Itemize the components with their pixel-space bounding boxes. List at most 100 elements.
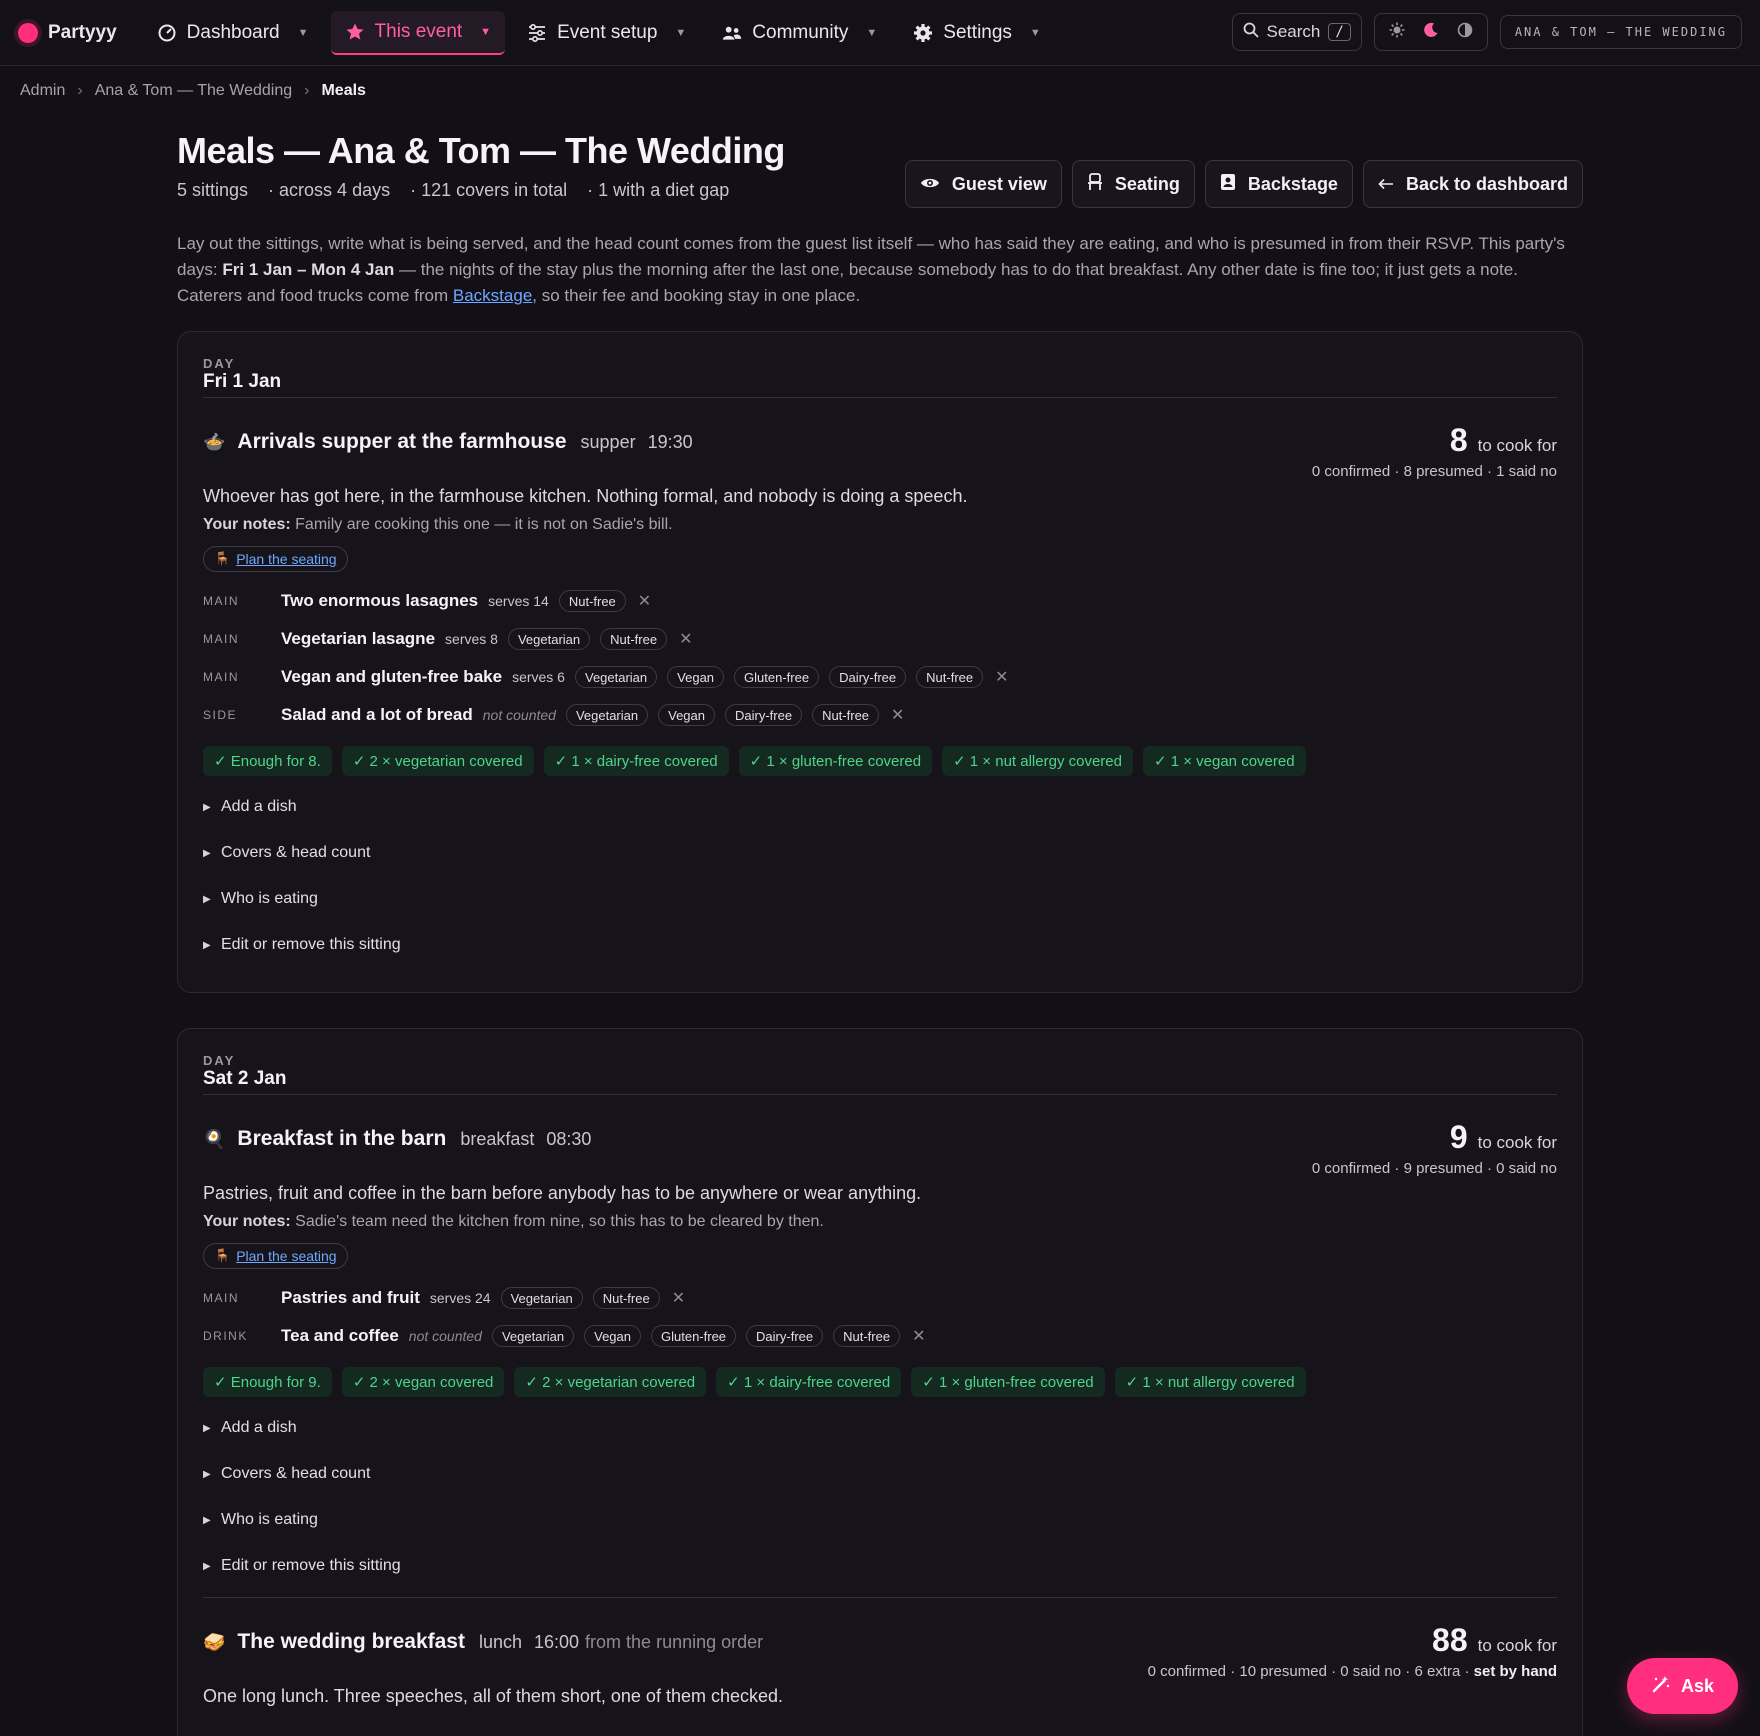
plan-seating-link[interactable]: 🪑 Plan the seating xyxy=(203,546,348,572)
meta-covers: · 121 covers in total xyxy=(410,180,568,200)
diet-tag: Vegetarian xyxy=(507,628,591,650)
breadcrumb-admin[interactable]: Admin xyxy=(20,82,65,100)
sitting: 🥪 The wedding breakfast lunch 16:00 from… xyxy=(203,1622,1557,1707)
coverage-badges: ✓ Enough for 9. ✓ 2 × vegan covered ✓ 2 … xyxy=(203,1367,1557,1397)
meta-sittings: 5 sittings xyxy=(177,180,249,200)
nav-event-setup[interactable]: Event setup ▼ xyxy=(513,11,700,55)
covers-toggle[interactable]: ▶ Covers & head count xyxy=(203,1451,1557,1497)
plan-seating-label: Plan the seating xyxy=(236,1248,337,1264)
guest-view-button[interactable]: Guest view xyxy=(904,160,1062,208)
people-icon xyxy=(722,23,742,43)
add-dish-toggle[interactable]: ▶ Add a dish xyxy=(203,1405,1557,1451)
head-count-set-by-hand: set by hand xyxy=(1473,1663,1557,1680)
event-switcher[interactable]: ANA & TOM — THE WEDDING xyxy=(1499,15,1742,49)
magic-wand-icon xyxy=(1651,1674,1671,1699)
remove-dish-icon[interactable]: ✕ xyxy=(891,705,904,725)
coverage-badge: ✓ 1 × vegan covered xyxy=(1142,746,1306,776)
remove-dish-icon[interactable]: ✕ xyxy=(679,629,692,649)
diet-tag: Nut-free xyxy=(592,1287,660,1309)
add-dish-toggle[interactable]: ▶ Add a dish xyxy=(203,784,1557,830)
back-to-dashboard-button[interactable]: Back to dashboard xyxy=(1362,160,1583,208)
star-icon xyxy=(345,22,365,42)
covers-toggle[interactable]: ▶ Covers & head count xyxy=(203,830,1557,876)
head-count-unit: to cook for xyxy=(1477,1133,1557,1152)
toggle-label: Add a dish xyxy=(221,798,297,815)
sitting-toggles: ▶ Add a dish ▶ Covers & head count ▶ Who is… xyxy=(203,784,1557,968)
sitting: 🍳 Breakfast in the barn breakfast 08:30 … xyxy=(203,1119,1557,1589)
diet-tag: Nut-free xyxy=(916,666,984,688)
page-header: Meals — Ana & Tom — The Wedding 5 sittin… xyxy=(177,130,1583,309)
search-button[interactable]: Search / xyxy=(1231,13,1362,51)
sitting-description: One long lunch. Three speeches, all of t… xyxy=(203,1686,784,1706)
edit-sitting-toggle[interactable]: ▶ Edit or remove this sitting xyxy=(203,922,1557,968)
dish-row: DRINK Tea and coffee not counted Vegetar… xyxy=(203,1317,1557,1355)
day-label: DAY xyxy=(203,1053,236,1068)
edit-sitting-toggle[interactable]: ▶ Edit or remove this sitting xyxy=(203,1543,1557,1589)
auto-theme-icon[interactable] xyxy=(1457,22,1473,43)
sliders-icon xyxy=(527,23,547,43)
nav-dashboard[interactable]: Dashboard ▼ xyxy=(143,11,323,55)
diet-tag: Dairy-free xyxy=(724,704,803,726)
dish-list: MAIN Pastries and fruit serves 24 Vegeta… xyxy=(203,1279,1557,1355)
remove-dish-icon[interactable]: ✕ xyxy=(995,667,1008,687)
caret-right-icon: ▶ xyxy=(203,1468,211,1480)
dish-name: Salad and a lot of bread xyxy=(281,705,473,724)
sitting-divider xyxy=(203,1597,1557,1598)
dark-theme-icon[interactable] xyxy=(1423,22,1439,43)
head-count-breakdown: 0 confirmed · 9 presumed · 0 said no xyxy=(1311,1160,1557,1177)
toggle-label: Covers & head count xyxy=(221,1465,371,1482)
backstage-button[interactable]: Backstage xyxy=(1204,160,1353,208)
dish-name: Vegan and gluten-free bake xyxy=(281,667,503,686)
sitting-description: Pastries, fruit and coffee in the barn b… xyxy=(203,1183,922,1203)
fried-egg-icon: 🍳 xyxy=(203,1128,226,1149)
theme-switcher xyxy=(1373,13,1488,51)
dish-serves: serves 6 xyxy=(512,669,565,685)
chevron-down-icon: ▼ xyxy=(1029,26,1041,39)
ask-button[interactable]: Ask xyxy=(1626,1658,1738,1714)
diet-tag: Vegan xyxy=(658,704,715,726)
eye-icon xyxy=(920,174,940,195)
nav-community[interactable]: Community ▼ xyxy=(708,11,891,55)
coverage-badge: ✓ 1 × nut allergy covered xyxy=(942,746,1133,776)
sitting-kind: supper xyxy=(580,431,636,452)
diet-tag: Nut-free xyxy=(833,1325,901,1347)
head-count-number: 88 xyxy=(1432,1622,1468,1658)
chevron-right-icon: › xyxy=(304,82,310,99)
chevron-down-icon: ▼ xyxy=(480,25,492,38)
gear-icon xyxy=(913,23,933,43)
head-count: 88 to cook for 0 confirmed · 10 presumed… xyxy=(1148,1622,1557,1680)
nav-this-event[interactable]: This event ▼ xyxy=(330,10,506,55)
remove-dish-icon[interactable]: ✕ xyxy=(912,1326,925,1346)
caret-right-icon: ▶ xyxy=(203,1422,211,1434)
chair-icon: 🪑 xyxy=(214,1248,231,1263)
caret-right-icon: ▶ xyxy=(203,801,211,813)
coverage-badge: ✓ 2 × vegan covered xyxy=(341,1367,505,1397)
toggle-label: Add a dish xyxy=(221,1419,297,1436)
brand[interactable]: Partyyy xyxy=(18,22,117,44)
coverage-badge: ✓ 1 × dairy-free covered xyxy=(543,746,729,776)
diet-tag: Vegan xyxy=(667,666,725,688)
breadcrumb-event[interactable]: Ana & Tom — The Wedding xyxy=(95,82,292,100)
dish-name: Tea and coffee xyxy=(281,1326,399,1345)
dish-serves: not counted xyxy=(408,1328,482,1344)
light-theme-icon[interactable] xyxy=(1389,22,1405,43)
seating-button[interactable]: Seating xyxy=(1071,160,1195,208)
header-actions: Guest view Seating Backstage Back to das… xyxy=(904,160,1583,208)
who-is-eating-toggle[interactable]: ▶ Who is eating xyxy=(203,1497,1557,1543)
day-name: Fri 1 Jan xyxy=(203,371,1557,398)
plan-seating-link[interactable]: 🪑 Plan the seating xyxy=(203,1243,348,1269)
dish-row: MAIN Two enormous lasagnes serves 14 Nut… xyxy=(203,582,1557,620)
caret-right-icon: ▶ xyxy=(203,1560,211,1572)
intro-dates: Fri 1 Jan – Mon 4 Jan xyxy=(222,260,395,279)
remove-dish-icon[interactable]: ✕ xyxy=(672,1288,685,1308)
nav-settings[interactable]: Settings ▼ xyxy=(899,11,1055,55)
dish-course: DRINK xyxy=(203,1329,248,1343)
day-card: DAY Fri 1 Jan 🍲 Arrivals supper at the f… xyxy=(177,331,1583,993)
who-is-eating-toggle[interactable]: ▶ Who is eating xyxy=(203,876,1557,922)
head-count: 9 to cook for 0 confirmed · 9 presumed ·… xyxy=(1312,1119,1557,1177)
meta-diet-gap: · 1 with a diet gap xyxy=(587,180,730,200)
coverage-badge: ✓ 2 × vegetarian covered xyxy=(341,746,534,776)
day-name: Sat 2 Jan xyxy=(203,1068,1557,1095)
remove-dish-icon[interactable]: ✕ xyxy=(638,591,651,611)
backstage-link[interactable]: Backstage xyxy=(453,286,532,305)
